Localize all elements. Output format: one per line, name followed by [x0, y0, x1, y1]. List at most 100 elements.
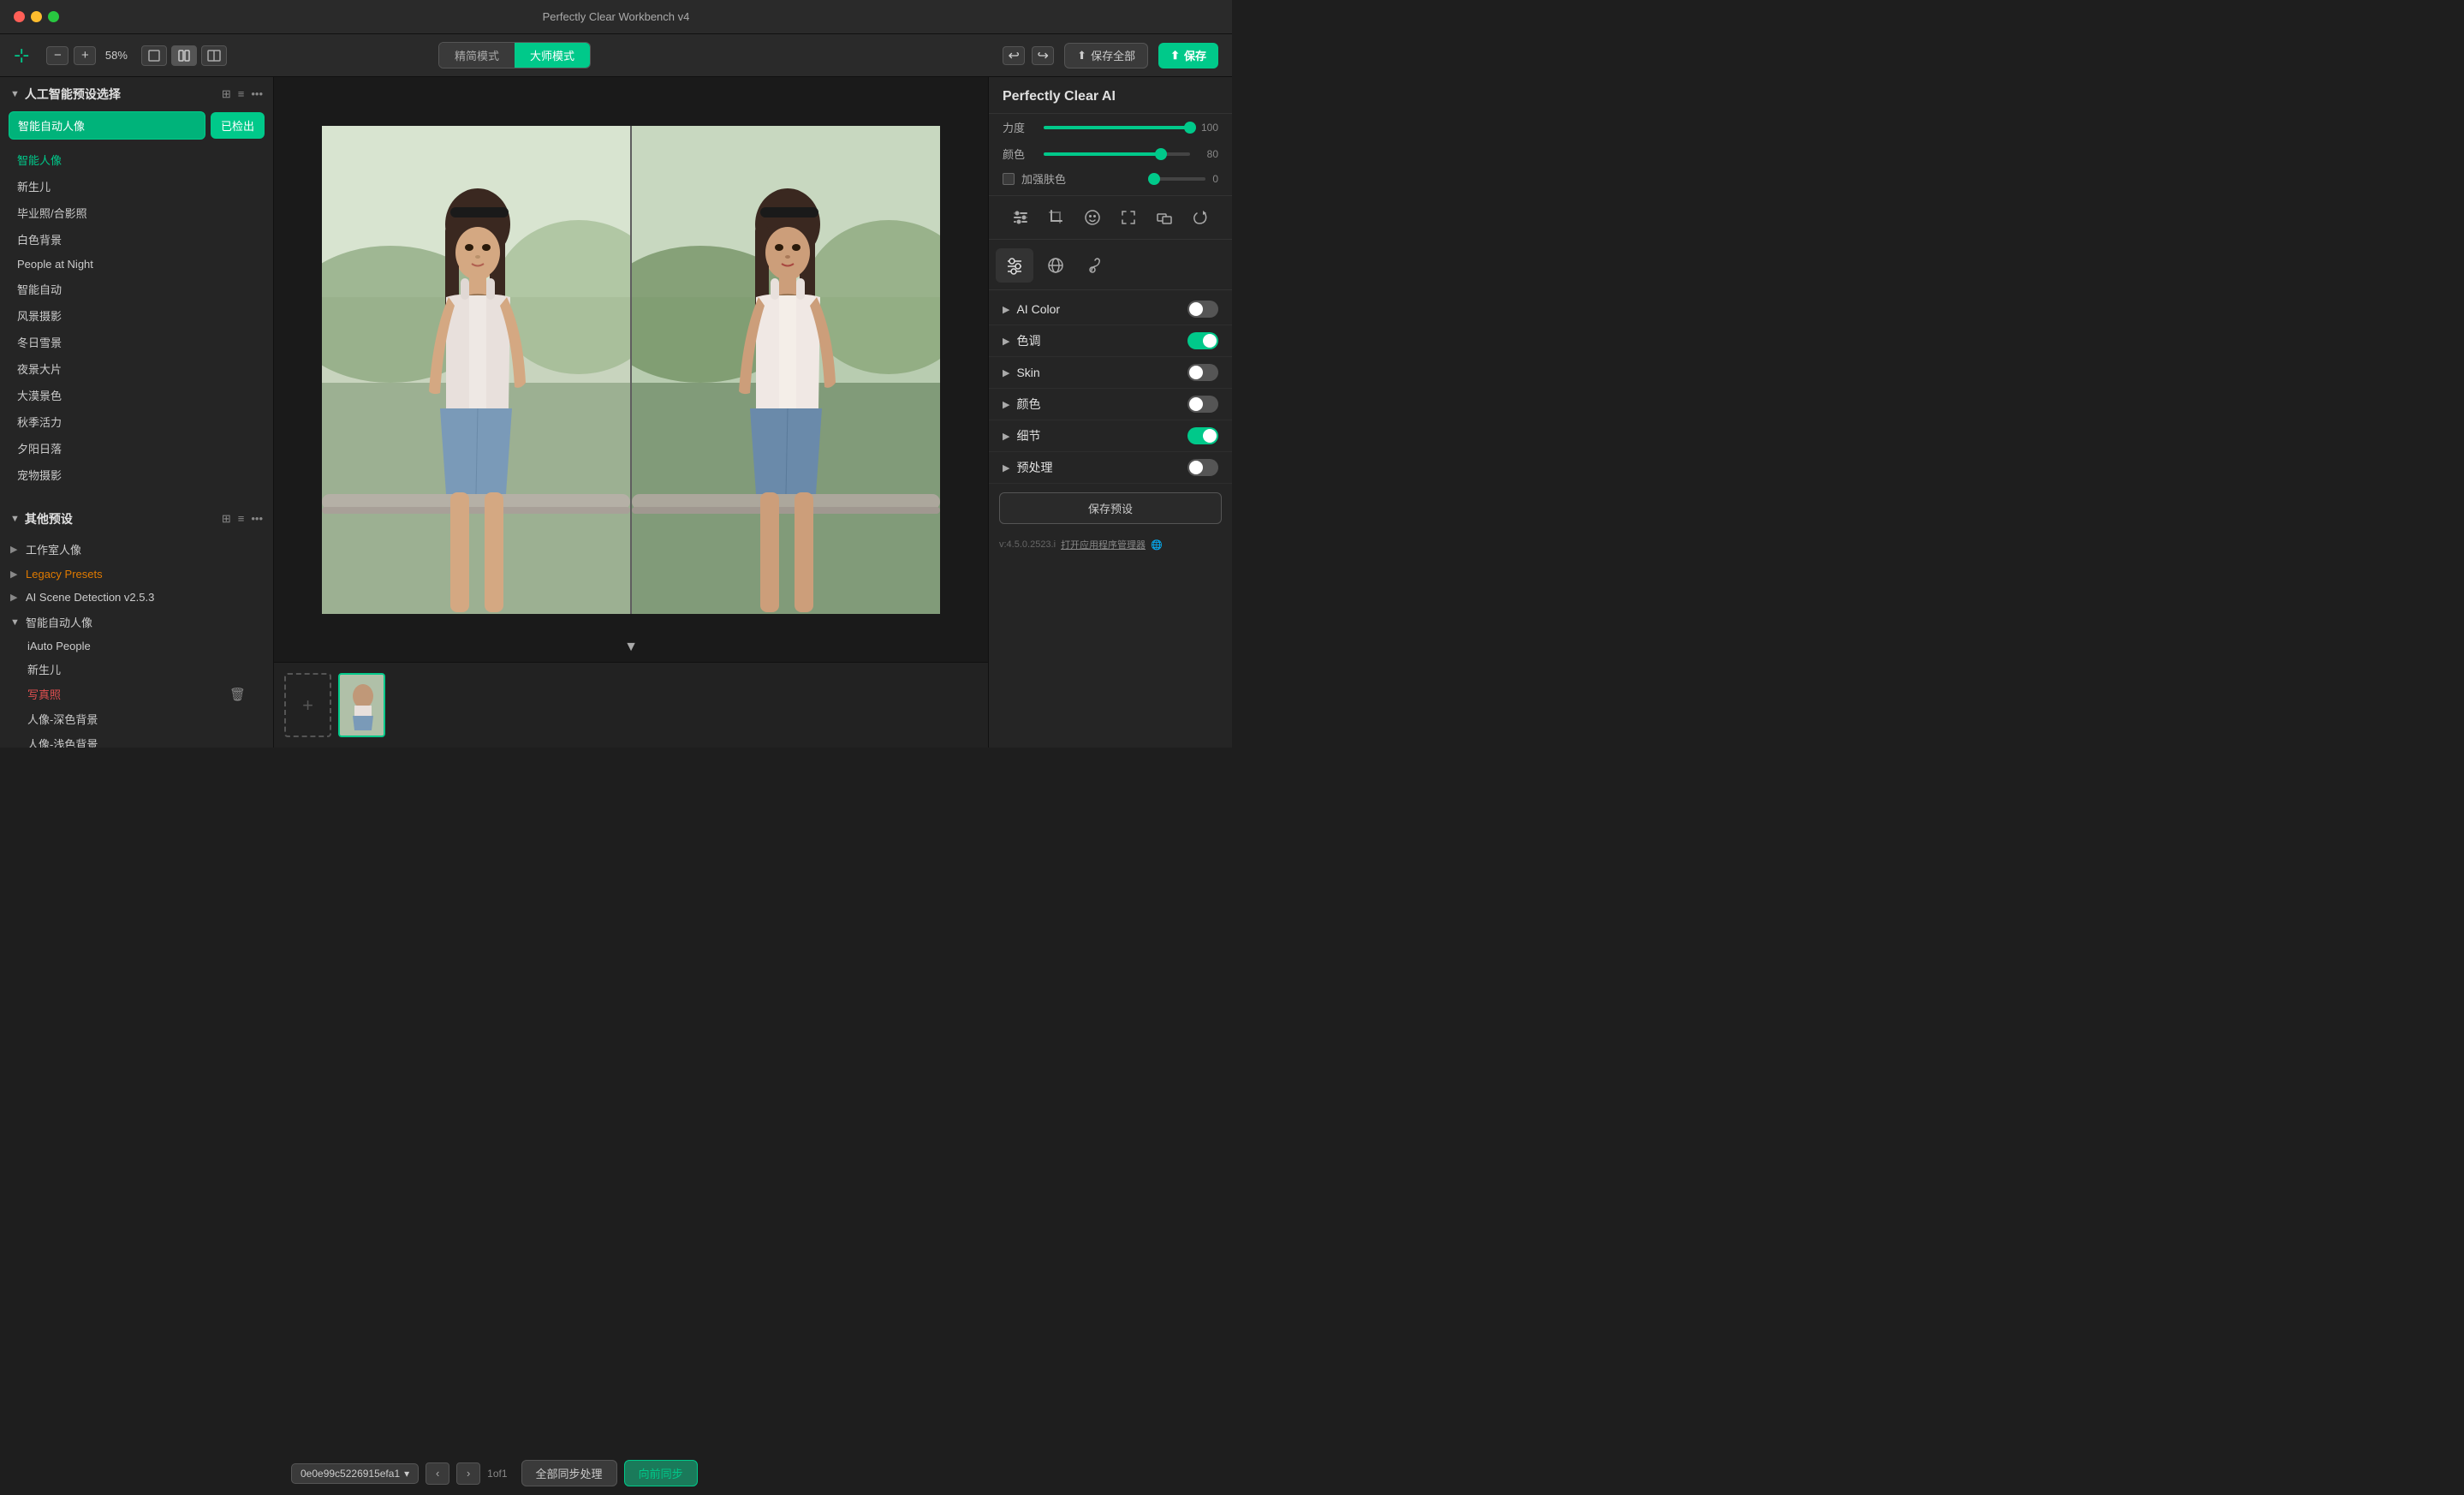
preset-item-desert[interactable]: 大漠景色 [0, 382, 273, 408]
save-all-button[interactable]: ⬆ 保存全部 [1064, 43, 1148, 68]
detail-toggle-row[interactable]: ▶ 细节 [989, 420, 1232, 452]
color-slider-label: 颜色 [1003, 146, 1037, 162]
preset-item-pet[interactable]: 宠物摄影 [0, 462, 273, 488]
skin-toggle-row[interactable]: ▶ Skin [989, 357, 1232, 389]
list-view-icon[interactable]: ≡ [238, 87, 245, 101]
view-single-button[interactable] [141, 45, 167, 66]
sub-item-photo[interactable]: 写真照 🗑 [0, 682, 273, 706]
preset-item-newborn[interactable]: 新生儿 [0, 173, 273, 200]
save-button[interactable]: ⬆ 保存 [1158, 43, 1218, 68]
preset-item-sunset[interactable]: 夕阳日落 [0, 435, 273, 462]
enhance-skin-slider[interactable] [1154, 177, 1205, 181]
right-divider [989, 289, 1232, 290]
tab-sliders[interactable] [996, 248, 1033, 283]
tone-toggle[interactable] [1187, 332, 1218, 349]
preset-dropdown[interactable]: 智能自动人像 [9, 111, 205, 140]
sub-item-portrait-light[interactable]: 人像-浅色背景 [0, 731, 273, 748]
color-knob [1189, 397, 1203, 411]
enhance-skin-label: 加强肤色 [1021, 170, 1147, 187]
color-label: 颜色 [1016, 396, 1187, 413]
color-fill [1044, 152, 1161, 156]
preset-item-landscape[interactable]: 风景摄影 [0, 302, 273, 329]
other-more-icon[interactable]: ••• [251, 512, 263, 526]
more-icon[interactable]: ••• [251, 87, 263, 101]
sub-item-portrait-dark[interactable]: 人像-深色背景 [0, 706, 273, 731]
minimize-button[interactable] [31, 11, 42, 22]
tab-globe[interactable] [1037, 248, 1074, 283]
strength-label: 力度 [1003, 119, 1037, 135]
collapsible-smart-auto-portrait[interactable]: ▼ 智能自动人像 [0, 609, 273, 635]
add-photo-button[interactable]: + [284, 673, 331, 737]
preprocess-toggle-row[interactable]: ▶ 预处理 [989, 452, 1232, 484]
transform-tool-icon[interactable] [1116, 205, 1141, 230]
resize-tool-icon[interactable] [1152, 205, 1177, 230]
sub-item-iauto-people[interactable]: iAuto People [0, 635, 273, 657]
ai-color-knob [1189, 302, 1203, 316]
zoom-out-button[interactable]: − [46, 46, 68, 65]
strength-thumb[interactable] [1184, 122, 1196, 134]
color-toggle[interactable] [1187, 396, 1218, 413]
sub-preset-list: iAuto People 新生儿 写真照 🗑 人像-深色背景 人像-浅色背景 人… [0, 635, 273, 748]
skin-toggle[interactable] [1187, 364, 1218, 381]
compare-container [322, 77, 940, 662]
preprocess-toggle[interactable] [1187, 459, 1218, 476]
tab-brush[interactable] [1078, 248, 1116, 283]
collapsible-ai-scene[interactable]: ▶ AI Scene Detection v2.5.3 [0, 586, 273, 609]
preset-item-autumn[interactable]: 秋季活力 [0, 408, 273, 435]
skin-arrow: ▶ [1003, 367, 1009, 378]
maximize-button[interactable] [48, 11, 59, 22]
skin-knob [1189, 366, 1203, 379]
version-link[interactable]: 打开应用程序管理器 [1061, 538, 1146, 551]
tone-knob [1203, 334, 1217, 348]
collapsible-legacy[interactable]: ▶ Legacy Presets [0, 563, 273, 586]
compare-divider-line [630, 126, 632, 614]
crop-tool-icon[interactable] [1044, 205, 1069, 230]
close-button[interactable] [14, 11, 25, 22]
other-section-header[interactable]: ▼ 其他预设 ⊞ ≡ ••• [0, 502, 273, 536]
delete-icon[interactable]: 🗑 [229, 687, 246, 702]
preset-item-graduation[interactable]: 毕业照/合影照 [0, 200, 273, 226]
tone-arrow: ▶ [1003, 336, 1009, 347]
enhance-skin-thumb[interactable] [1148, 173, 1160, 185]
collapsible-studio[interactable]: ▶ 工作室人像 [0, 536, 273, 563]
filmstrip-thumbnail[interactable] [338, 673, 385, 737]
simple-mode-button[interactable]: 精简模式 [439, 43, 515, 68]
face-tool-icon[interactable] [1080, 205, 1105, 230]
color-toggle-row[interactable]: ▶ 颜色 [989, 389, 1232, 420]
preset-item-auto[interactable]: 智能自动 [0, 276, 273, 302]
sub-item-newborn2[interactable]: 新生儿 [0, 657, 273, 682]
undo-redo-controls: ↩ ↪ [1003, 46, 1054, 65]
save-preset-button[interactable]: 保存预设 [999, 492, 1222, 524]
preset-item-winter-snow[interactable]: 冬日雪景 [0, 329, 273, 355]
preprocess-knob [1189, 461, 1203, 474]
view-split-button[interactable] [171, 45, 197, 66]
view-compare-button[interactable] [201, 45, 227, 66]
undo-button[interactable]: ↩ [1003, 46, 1025, 65]
preset-item-white-bg[interactable]: 白色背景 [0, 226, 273, 253]
other-grid-icon[interactable]: ⊞ [222, 512, 231, 526]
adjust-tool-icon[interactable] [1008, 205, 1033, 230]
ai-section-header[interactable]: ▼ 人工智能预设选择 ⊞ ≡ ••• [0, 77, 273, 111]
detail-toggle[interactable] [1187, 427, 1218, 444]
strength-slider[interactable] [1044, 126, 1190, 129]
color-thumb[interactable] [1155, 148, 1167, 160]
enhance-skin-checkbox[interactable] [1003, 173, 1015, 185]
master-mode-button[interactable]: 大师模式 [515, 43, 590, 68]
smart-auto-label: 智能自动人像 [26, 614, 92, 630]
zoom-in-button[interactable]: + [74, 46, 96, 65]
ai-color-toggle[interactable] [1187, 301, 1218, 318]
color-slider-value: 80 [1197, 148, 1218, 160]
center-area: ▼ + 0e0e99c5226915efa1 ▾ ‹ › [274, 77, 988, 748]
redo-button[interactable]: ↪ [1032, 46, 1054, 65]
other-list-icon[interactable]: ≡ [238, 512, 245, 526]
tone-toggle-row[interactable]: ▶ 色调 [989, 325, 1232, 357]
grid-view-icon[interactable]: ⊞ [222, 87, 231, 101]
preset-item-smart-portrait[interactable]: 智能人像 [0, 146, 273, 173]
preset-item-people-night[interactable]: People at Night [0, 253, 273, 276]
color-slider[interactable] [1044, 152, 1190, 156]
enhance-skin-value: 0 [1212, 173, 1218, 185]
detected-button[interactable]: 已检出 [211, 112, 265, 139]
preset-item-night-big[interactable]: 夜景大片 [0, 355, 273, 382]
ai-color-toggle-row[interactable]: ▶ AI Color [989, 294, 1232, 325]
rotate-tool-icon[interactable] [1187, 205, 1213, 230]
